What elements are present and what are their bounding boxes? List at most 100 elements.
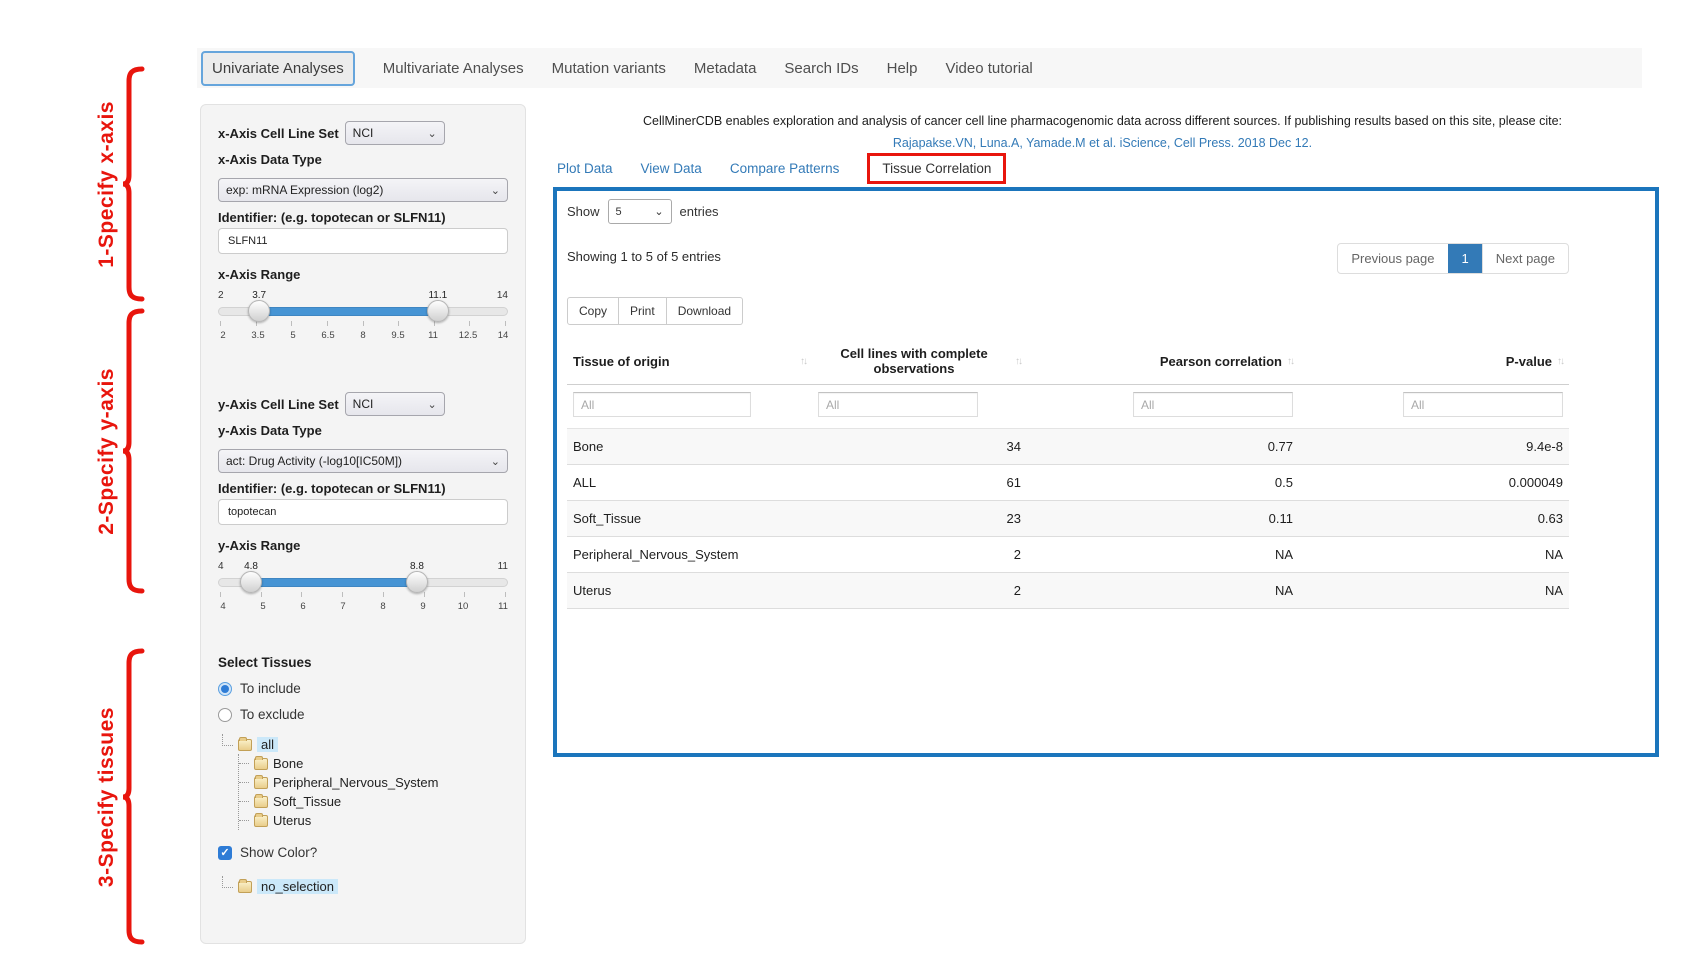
table-header-row: Tissue of origin ↑↓ Cell lines with comp… [567,337,1569,385]
page-length-select[interactable]: 5 ⌄ [608,199,672,224]
tree-node-peripheral-nervous-system[interactable]: Peripheral_Nervous_System [239,773,508,792]
correlation-table: Tissue of origin ↑↓ Cell lines with comp… [567,337,1569,609]
radio-to-include[interactable]: To include [218,681,508,696]
x-axis-cell-line-set-select[interactable]: NCI ⌄ [345,121,445,145]
tree-node-pns-label: Peripheral_Nervous_System [273,775,438,790]
sort-icon[interactable]: ↑↓ [1287,356,1293,367]
annotation-section-2: 2-Specify y-axis [95,308,145,595]
next-page-button[interactable]: Next page [1482,244,1568,273]
slider-ticks [220,592,506,597]
show-label: Show [567,204,600,219]
x-axis-range-slider[interactable]: 2 3.7 11.1 14 23.556.589.51112.514 [218,290,508,350]
tab-compare-patterns[interactable]: Compare Patterns [730,161,840,176]
copy-button[interactable]: Copy [567,297,619,325]
annotation-bracket-1 [121,66,145,303]
page-1-button[interactable]: 1 [1448,244,1482,273]
y-axis-range-slider[interactable]: 4 4.8 8.8 11 4567891011 [218,561,508,621]
chevron-down-icon: ⌄ [654,205,663,218]
filter-tissue-input[interactable] [573,392,751,417]
folder-icon [254,796,268,808]
filter-p-value-input[interactable] [1403,392,1563,417]
y-axis-data-type-label: y-Axis Data Type [218,423,508,438]
tree-node-soft-tissue-label: Soft_Tissue [273,794,341,809]
nav-tab-multivariate-analyses[interactable]: Multivariate Analyses [383,60,524,77]
folder-icon [238,739,252,751]
x-range-handle-low[interactable] [248,300,270,322]
tissue-tree: all Bone Peripheral_Nervous_System Soft_… [222,735,508,830]
x-range-handle-high[interactable] [427,300,449,322]
radio-selected-icon [218,682,232,696]
tree-node-bone-label: Bone [273,756,303,771]
tree-node-uterus-label: Uterus [273,813,311,828]
tissue-correlation-panel: Show 5 ⌄ entries Showing 1 to 5 of 5 ent… [553,187,1659,757]
tab-tissue-correlation[interactable]: Tissue Correlation [867,153,1006,184]
chevron-down-icon: ⌄ [491,455,500,468]
nav-tab-help[interactable]: Help [887,60,918,77]
table-row[interactable]: Peripheral_Nervous_System 2 NA NA [567,537,1569,573]
x-axis-identifier-input[interactable] [218,228,508,254]
nav-tab-metadata[interactable]: Metadata [694,60,757,77]
folder-icon [238,881,252,893]
show-color-checkbox-row[interactable]: ✓ Show Color? [218,845,508,860]
filter-pearson-input[interactable] [1133,392,1293,417]
to-include-label: To include [240,681,301,696]
nav-tab-search-ids[interactable]: Search IDs [784,60,858,77]
y-axis-cell-line-set-select[interactable]: NCI ⌄ [345,392,445,416]
col-cell-lines[interactable]: Cell lines with complete observations ↑↓ [812,337,1027,385]
slider-tick-labels: 4567891011 [212,601,514,612]
sort-icon[interactable]: ↑↓ [1557,356,1563,367]
chevron-down-icon: ⌄ [491,184,500,197]
print-button[interactable]: Print [619,297,667,325]
annotation-section-3: 3-Specify tissues [95,648,145,946]
top-navigation: Univariate Analyses Multivariate Analyse… [197,48,1642,88]
y-axis-identifier-label: Identifier: (e.g. topotecan or SLFN11) [218,481,508,496]
table-row[interactable]: Bone 34 0.77 9.4e-8 [567,429,1569,465]
radio-unselected-icon [218,708,232,722]
tree-node-all[interactable]: all [222,735,508,754]
nav-tab-video-tutorial[interactable]: Video tutorial [945,60,1032,77]
folder-icon [254,815,268,827]
slider-fill [259,307,438,316]
tree-node-no-selection[interactable]: no_selection [222,877,508,896]
tree-connector [222,876,233,888]
filter-cell-lines-input[interactable] [818,392,978,417]
sort-icon[interactable]: ↑↓ [800,356,806,367]
y-range-handle-low[interactable] [240,571,262,593]
no-selection-tree: no_selection [222,877,508,896]
download-button[interactable]: Download [667,297,743,325]
sort-icon[interactable]: ↑↓ [1015,356,1021,367]
annotation-label-2: 2-Specify y-axis [95,368,119,535]
nav-tab-mutation-variants[interactable]: Mutation variants [552,60,666,77]
page-length-value: 5 [616,206,622,218]
annotation-label-3: 3-Specify tissues [95,707,119,887]
x-axis-identifier-label: Identifier: (e.g. topotecan or SLFN11) [218,210,508,225]
tree-node-uterus[interactable]: Uterus [239,811,508,830]
col-p-value[interactable]: P-value ↑↓ [1299,337,1569,385]
intro-line: CellMinerCDB enables exploration and ana… [545,111,1660,133]
y-axis-identifier-input[interactable] [218,499,508,525]
y-axis-cell-line-set-value: NCI [353,397,374,411]
col-tissue-of-origin[interactable]: Tissue of origin ↑↓ [567,337,812,385]
tree-node-soft-tissue[interactable]: Soft_Tissue [239,792,508,811]
radio-to-exclude[interactable]: To exclude [218,707,508,722]
tab-view-data[interactable]: View Data [641,161,702,176]
table-row[interactable]: Soft_Tissue 23 0.11 0.63 [567,501,1569,537]
y-axis-cell-line-set-label: y-Axis Cell Line Set [218,397,339,412]
x-axis-cell-line-set-label: x-Axis Cell Line Set [218,126,339,141]
y-range-min: 4 [218,561,224,572]
col-pearson-correlation[interactable]: Pearson correlation ↑↓ [1027,337,1299,385]
tree-connector [239,820,249,821]
nav-tab-univariate-analyses[interactable]: Univariate Analyses [201,51,355,86]
slider-fill [251,578,417,587]
y-range-handle-high[interactable] [406,571,428,593]
tree-connector [239,801,249,802]
x-axis-data-type-select[interactable]: exp: mRNA Expression (log2) ⌄ [218,178,508,202]
table-row[interactable]: ALL 61 0.5 0.000049 [567,465,1569,501]
table-row[interactable]: Uterus 2 NA NA [567,573,1569,609]
folder-icon [254,758,268,770]
citation-link[interactable]: Rajapakse.VN, Luna.A, Yamade.M et al. iS… [545,133,1660,155]
tab-plot-data[interactable]: Plot Data [557,161,613,176]
tree-node-bone[interactable]: Bone [239,754,508,773]
previous-page-button[interactable]: Previous page [1338,244,1447,273]
y-axis-data-type-select[interactable]: act: Drug Activity (-log10[IC50M]) ⌄ [218,449,508,473]
